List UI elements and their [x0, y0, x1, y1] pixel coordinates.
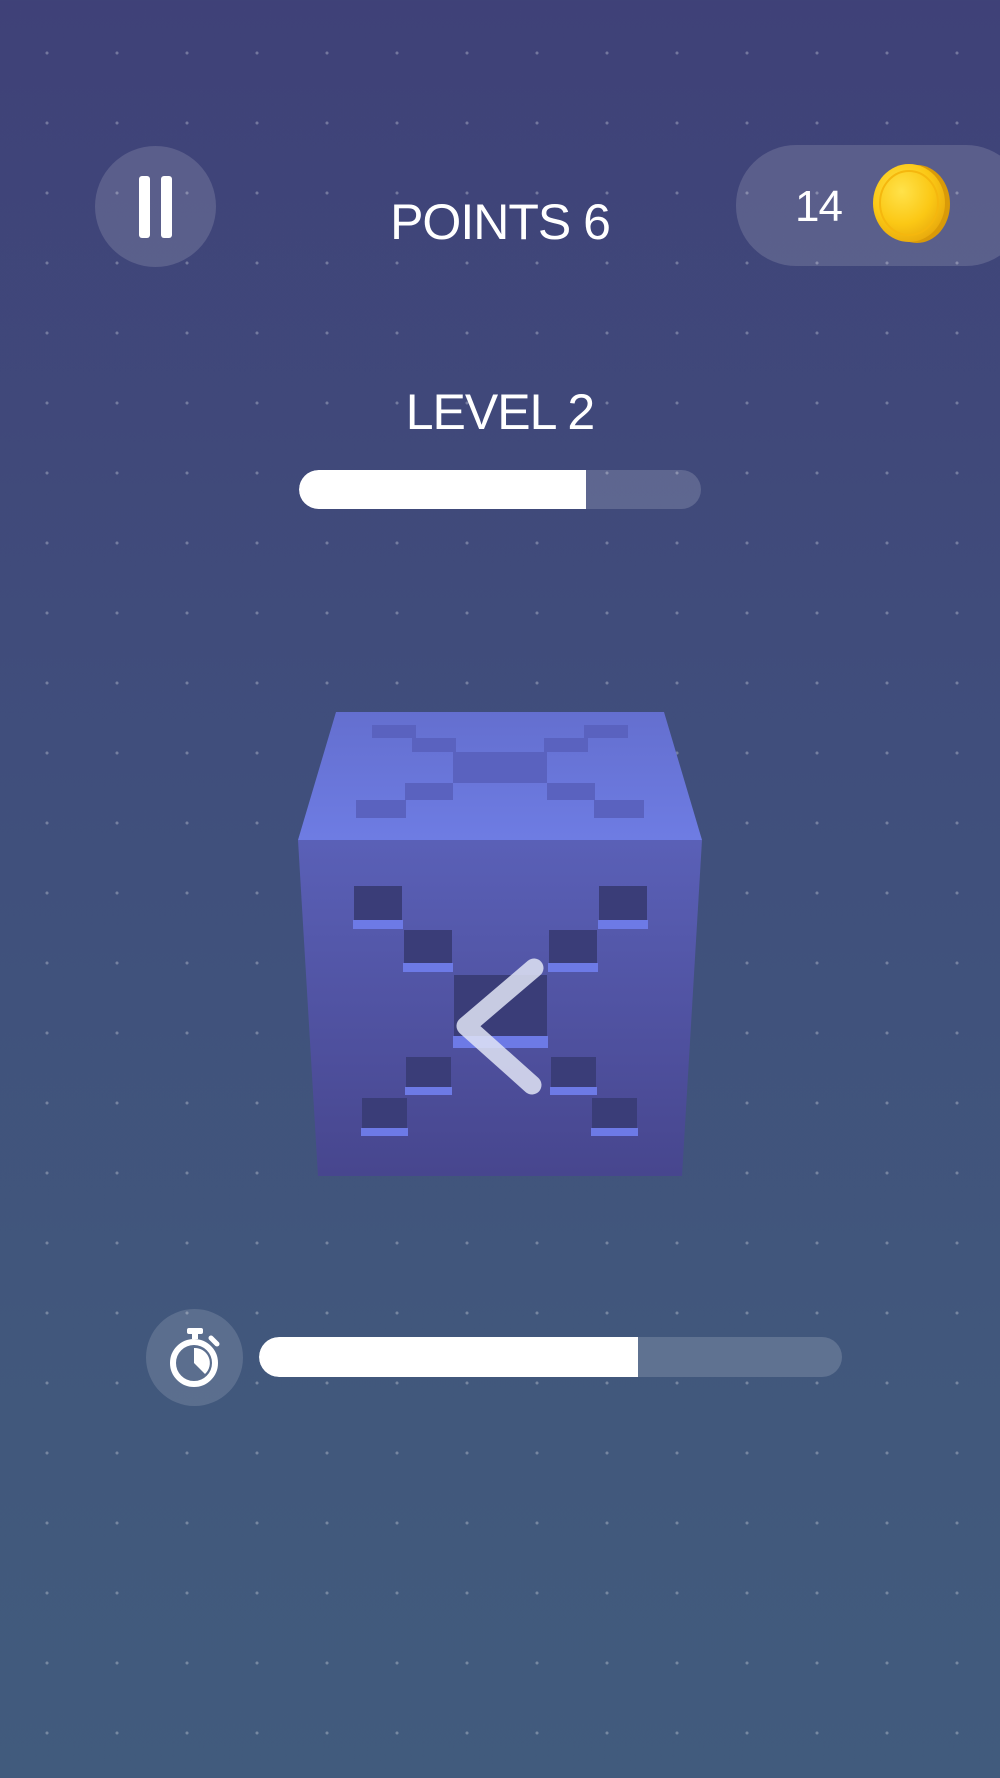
level-progress-bar [299, 470, 701, 509]
timer-progress-fill [259, 1337, 638, 1377]
coin-icon [873, 164, 950, 243]
level-progress-fill [299, 470, 587, 509]
timer-progress-bar [259, 1337, 842, 1377]
coin-count: 14 [795, 182, 843, 231]
puzzle-cube[interactable] [296, 710, 704, 1176]
stopwatch-icon [170, 1328, 220, 1387]
points-label: POINTS 6 [390, 194, 611, 250]
level-label: LEVEL 2 [405, 384, 596, 440]
pause-button[interactable] [95, 146, 216, 267]
timer-badge [146, 1309, 243, 1406]
